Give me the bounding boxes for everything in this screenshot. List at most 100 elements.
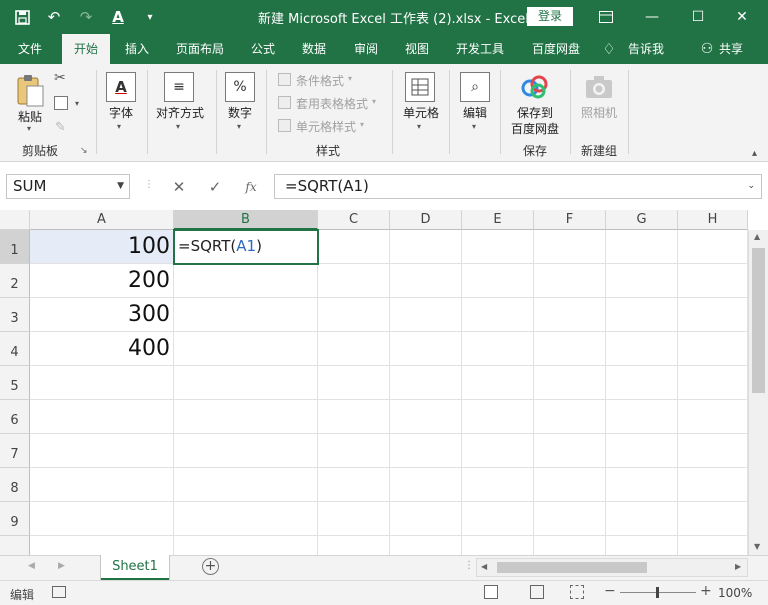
- column-header[interactable]: C: [318, 210, 390, 230]
- grid-cell[interactable]: [462, 502, 534, 536]
- column-header[interactable]: F: [534, 210, 606, 230]
- grid-cell[interactable]: [318, 332, 390, 366]
- grid-cell[interactable]: [606, 298, 678, 332]
- scroll-up-icon[interactable]: ▲: [754, 232, 760, 241]
- macro-record-icon[interactable]: [52, 586, 66, 598]
- grid-cell[interactable]: [462, 332, 534, 366]
- grid-cell[interactable]: [390, 298, 462, 332]
- tab-page-layout[interactable]: 页面布局: [168, 34, 232, 64]
- grid-cell[interactable]: [534, 400, 606, 434]
- grid-cell[interactable]: [318, 536, 390, 555]
- grid-cell[interactable]: [390, 400, 462, 434]
- cut-icon[interactable]: ✂: [54, 70, 66, 86]
- grid-cell[interactable]: [534, 230, 606, 264]
- grid-cell[interactable]: [390, 264, 462, 298]
- grid-cell[interactable]: [678, 230, 748, 264]
- grid-cell[interactable]: [678, 468, 748, 502]
- grid-cell[interactable]: [678, 264, 748, 298]
- save-icon[interactable]: [8, 6, 36, 28]
- copy-icon[interactable]: [54, 96, 68, 110]
- grid-cell[interactable]: [606, 400, 678, 434]
- grid-cell[interactable]: [462, 366, 534, 400]
- row-header[interactable]: 3: [0, 298, 30, 332]
- row-header[interactable]: 9: [0, 502, 30, 536]
- redo-icon[interactable]: ↷: [72, 6, 100, 28]
- row-header[interactable]: 4: [0, 332, 30, 366]
- grid-cell[interactable]: [678, 366, 748, 400]
- grid-cell[interactable]: [606, 332, 678, 366]
- tab-data[interactable]: 数据: [293, 34, 335, 64]
- grid-cell[interactable]: [678, 400, 748, 434]
- login-button[interactable]: 登录: [527, 7, 573, 26]
- grid-cell[interactable]: [318, 434, 390, 468]
- grid-cell[interactable]: [534, 366, 606, 400]
- tab-file[interactable]: 文件: [10, 34, 50, 64]
- person-icon[interactable]: ⚇: [698, 34, 716, 64]
- zoom-out-icon[interactable]: −: [604, 583, 616, 599]
- grid-cell[interactable]: [390, 502, 462, 536]
- horizontal-scrollbar[interactable]: ◀ ▶: [476, 558, 748, 577]
- grid-cell[interactable]: [30, 468, 174, 502]
- insert-function-icon[interactable]: fx: [238, 175, 264, 199]
- cell-A4[interactable]: 400: [30, 332, 174, 366]
- grid-cell[interactable]: [606, 434, 678, 468]
- tab-formulas[interactable]: 公式: [242, 34, 284, 64]
- vertical-scrollbar[interactable]: ▲ ▼: [748, 230, 768, 555]
- row-header[interactable]: 7: [0, 434, 30, 468]
- scroll-thumb[interactable]: [497, 562, 647, 573]
- column-header[interactable]: D: [390, 210, 462, 230]
- active-cell-B1[interactable]: =SQRT(A1): [173, 229, 319, 265]
- tab-view[interactable]: 视图: [396, 34, 438, 64]
- grid-cell[interactable]: [462, 536, 534, 555]
- row-header[interactable]: 5: [0, 366, 30, 400]
- row-header[interactable]: 1: [0, 230, 30, 264]
- row-header[interactable]: 8: [0, 468, 30, 502]
- dialog-launcher-icon[interactable]: ↘: [80, 146, 88, 156]
- grid-cell[interactable]: [534, 332, 606, 366]
- zoom-slider-thumb[interactable]: [656, 587, 659, 598]
- grid-cell[interactable]: [606, 230, 678, 264]
- cell-A3[interactable]: 300: [30, 298, 174, 332]
- page-break-view-icon[interactable]: [570, 585, 584, 599]
- name-box[interactable]: SUM ▼: [6, 174, 130, 199]
- tab-review[interactable]: 审阅: [345, 34, 387, 64]
- formula-input[interactable]: =SQRT(A1) ⌄: [274, 174, 762, 199]
- zoom-level[interactable]: 100%: [718, 586, 752, 600]
- grid-cell[interactable]: [606, 366, 678, 400]
- scroll-down-icon[interactable]: ▼: [754, 542, 760, 551]
- row-header[interactable]: 2: [0, 264, 30, 298]
- grid-cell[interactable]: [606, 502, 678, 536]
- lightbulb-icon[interactable]: ♢: [598, 34, 620, 64]
- cell-A2[interactable]: 200: [30, 264, 174, 298]
- next-sheet-icon[interactable]: ▶: [58, 561, 65, 571]
- font-color-icon[interactable]: A: [104, 6, 132, 28]
- grid-cell[interactable]: [30, 434, 174, 468]
- grid-cell[interactable]: [462, 298, 534, 332]
- column-header[interactable]: G: [606, 210, 678, 230]
- ribbon-display-icon[interactable]: [586, 0, 626, 34]
- enter-icon[interactable]: ✓: [202, 175, 228, 199]
- grid-cell[interactable]: [678, 502, 748, 536]
- customize-qat-icon[interactable]: ▾: [136, 6, 164, 28]
- grid-cell[interactable]: [30, 400, 174, 434]
- grid-cell[interactable]: [390, 434, 462, 468]
- grid-cell[interactable]: [606, 536, 678, 555]
- grid-cell[interactable]: [462, 434, 534, 468]
- grid-cell[interactable]: [318, 366, 390, 400]
- grid-cell[interactable]: [318, 400, 390, 434]
- minimize-icon[interactable]: —: [632, 0, 672, 34]
- grid-cell[interactable]: [462, 230, 534, 264]
- close-icon[interactable]: ✕: [722, 0, 762, 34]
- zoom-in-icon[interactable]: +: [700, 583, 712, 599]
- column-header[interactable]: H: [678, 210, 748, 230]
- cancel-icon[interactable]: ✕: [166, 175, 192, 199]
- maximize-icon[interactable]: ☐: [678, 0, 718, 34]
- grid-cell[interactable]: [606, 264, 678, 298]
- grid-cell[interactable]: [174, 332, 318, 366]
- grid-cell[interactable]: [534, 536, 606, 555]
- grid-cell[interactable]: [534, 298, 606, 332]
- grid-cell[interactable]: [678, 332, 748, 366]
- grid-cell[interactable]: [462, 264, 534, 298]
- grid-cell[interactable]: [390, 230, 462, 264]
- cell-A1[interactable]: 100: [30, 230, 174, 264]
